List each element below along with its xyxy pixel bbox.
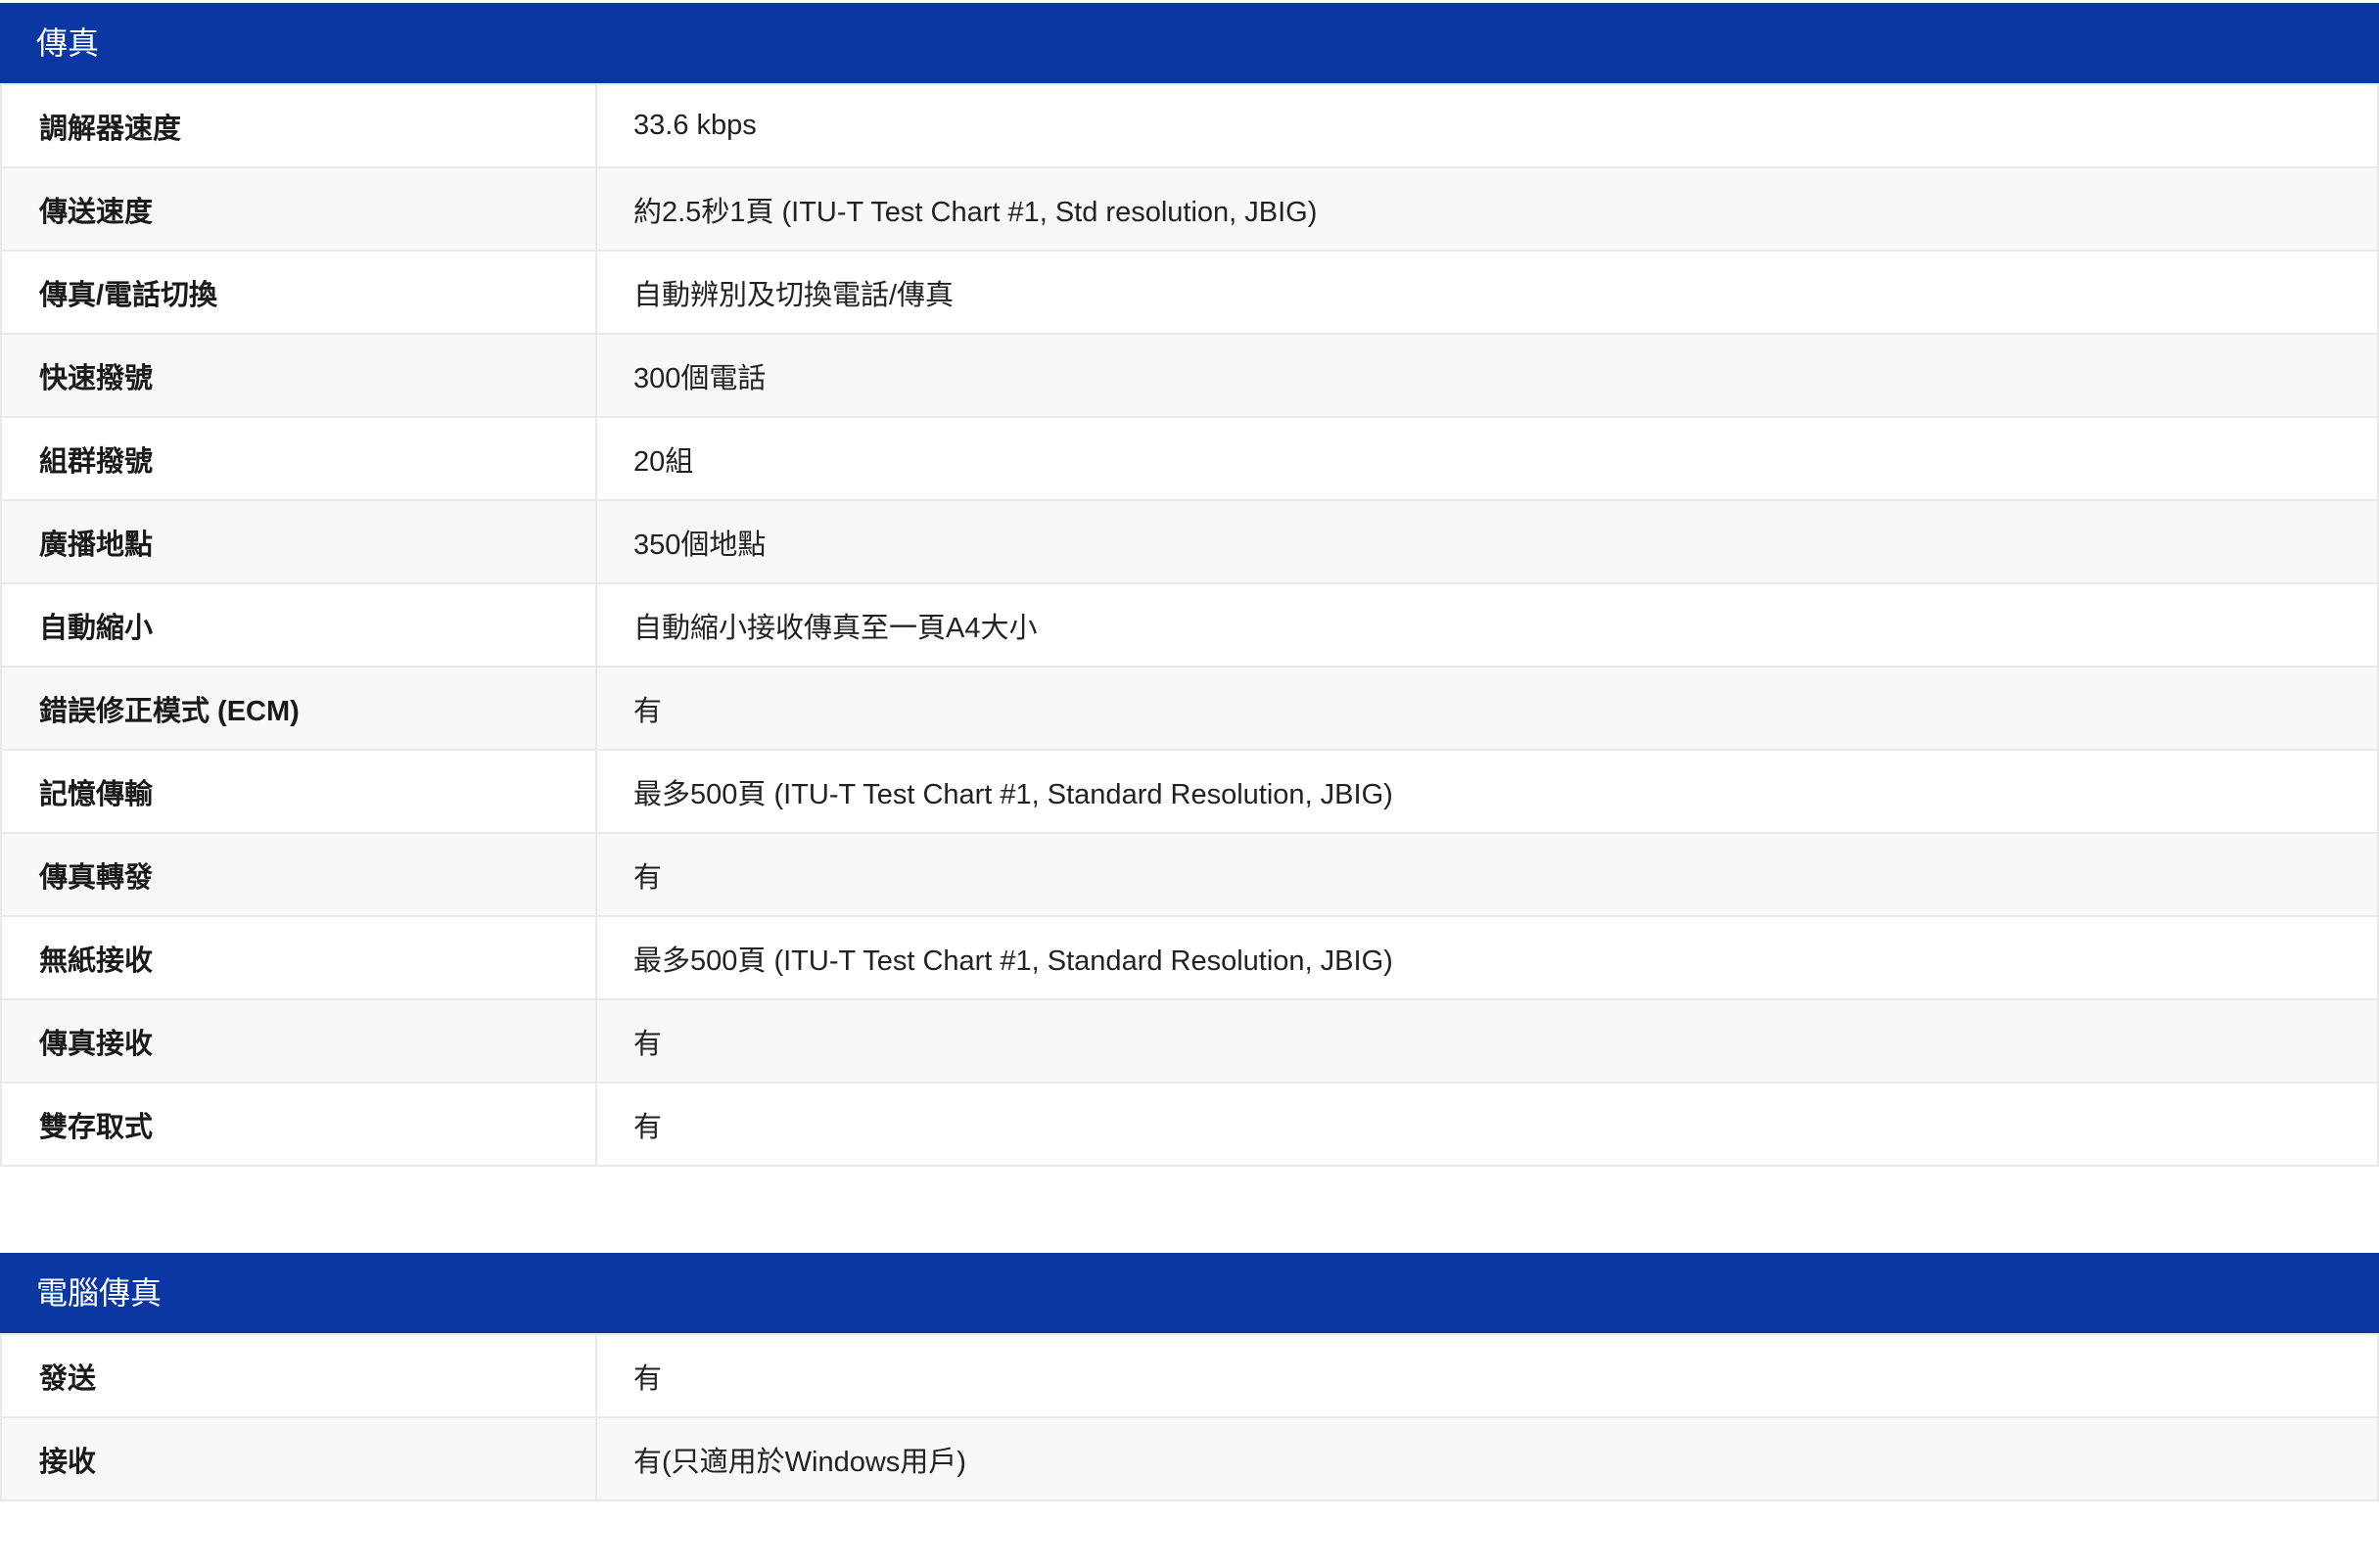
spec-value: 350個地點 [595, 499, 2379, 584]
pc-fax-section: 電腦傳真 發送 有 接收 有(只適用於Windows用戶) [0, 1253, 2379, 1501]
table-row: 傳真接收 有 [0, 998, 2379, 1084]
table-row: 錯誤修正模式 (ECM) 有 [0, 666, 2379, 751]
spec-label: 自動縮小 [0, 582, 597, 668]
spec-value: 最多500頁 (ITU-T Test Chart #1, Standard Re… [595, 749, 2379, 834]
table-row: 傳真轉發 有 [0, 832, 2379, 917]
table-row: 傳送速度 約2.5秒1頁 (ITU-T Test Chart #1, Std r… [0, 166, 2379, 252]
fax-spec-table: 調解器速度 33.6 kbps 傳送速度 約2.5秒1頁 (ITU-T Test… [0, 83, 2379, 1167]
spec-value: 約2.5秒1頁 (ITU-T Test Chart #1, Std resolu… [595, 166, 2379, 252]
spec-label: 無紙接收 [0, 915, 597, 1000]
fax-section: 傳真 調解器速度 33.6 kbps 傳送速度 約2.5秒1頁 (ITU-T T… [0, 3, 2379, 1167]
spec-value: 有 [595, 1082, 2379, 1167]
table-row: 接收 有(只適用於Windows用戶) [0, 1416, 2379, 1501]
spec-value: 有 [595, 998, 2379, 1084]
spec-label: 雙存取式 [0, 1082, 597, 1167]
spec-value: 300個電話 [595, 333, 2379, 418]
spec-value: 自動縮小接收傳真至一頁A4大小 [595, 582, 2379, 668]
spec-label: 記憶傳輸 [0, 749, 597, 834]
table-row: 發送 有 [0, 1333, 2379, 1418]
table-row: 傳真/電話切換 自動辨別及切換電話/傳真 [0, 250, 2379, 335]
table-row: 無紙接收 最多500頁 (ITU-T Test Chart #1, Standa… [0, 915, 2379, 1000]
spec-label: 廣播地點 [0, 499, 597, 584]
spec-value: 自動辨別及切換電話/傳真 [595, 250, 2379, 335]
spec-value: 有 [595, 1333, 2379, 1418]
spec-label: 快速撥號 [0, 333, 597, 418]
spec-value: 有 [595, 832, 2379, 917]
spec-label: 傳真/電話切換 [0, 250, 597, 335]
pc-fax-spec-table: 發送 有 接收 有(只適用於Windows用戶) [0, 1333, 2379, 1501]
pc-fax-section-title: 電腦傳真 [0, 1253, 2379, 1333]
table-row: 調解器速度 33.6 kbps [0, 83, 2379, 168]
table-row: 組群撥號 20組 [0, 416, 2379, 501]
spec-label: 傳真接收 [0, 998, 597, 1084]
spec-label: 調解器速度 [0, 83, 597, 168]
spec-label: 錯誤修正模式 (ECM) [0, 666, 597, 751]
fax-section-title: 傳真 [0, 3, 2379, 83]
spec-label: 傳真轉發 [0, 832, 597, 917]
spec-label: 組群撥號 [0, 416, 597, 501]
spec-value: 20組 [595, 416, 2379, 501]
spec-value: 33.6 kbps [595, 83, 2379, 168]
spec-value: 有(只適用於Windows用戶) [595, 1416, 2379, 1501]
spec-label: 發送 [0, 1333, 597, 1418]
table-row: 自動縮小 自動縮小接收傳真至一頁A4大小 [0, 582, 2379, 668]
spec-label: 接收 [0, 1416, 597, 1501]
table-row: 廣播地點 350個地點 [0, 499, 2379, 584]
spec-label: 傳送速度 [0, 166, 597, 252]
table-row: 快速撥號 300個電話 [0, 333, 2379, 418]
spec-value: 最多500頁 (ITU-T Test Chart #1, Standard Re… [595, 915, 2379, 1000]
table-row: 雙存取式 有 [0, 1082, 2379, 1167]
table-row: 記憶傳輸 最多500頁 (ITU-T Test Chart #1, Standa… [0, 749, 2379, 834]
spec-value: 有 [595, 666, 2379, 751]
